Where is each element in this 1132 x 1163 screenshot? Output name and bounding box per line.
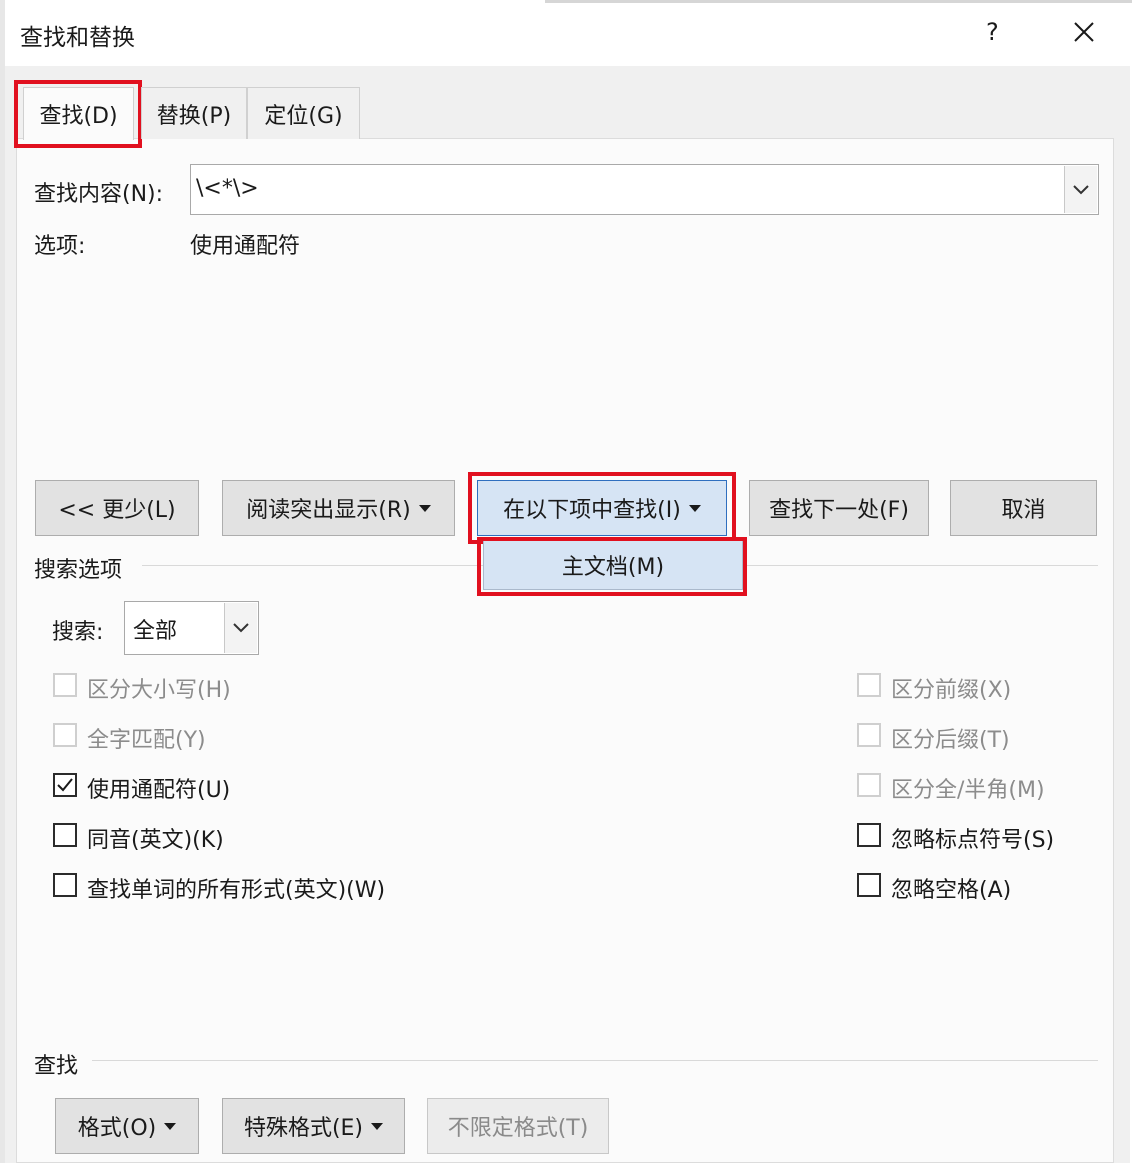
chevron-down-icon (233, 623, 249, 633)
dialog-title: 查找和替换 (20, 25, 135, 51)
caret-down-icon (418, 504, 431, 512)
find-next-button[interactable]: 查找下一处(F) (749, 480, 929, 536)
check-icon (57, 778, 73, 792)
close-icon[interactable] (1068, 16, 1100, 48)
caret-down-icon (164, 1122, 177, 1130)
ignore-punctuation-checkbox[interactable] (857, 823, 881, 847)
match-suffix-checkbox[interactable] (857, 723, 881, 747)
options-value: 使用通配符 (190, 234, 301, 259)
format-button[interactable]: 格式(O) (55, 1098, 199, 1154)
find-section-divider (92, 1060, 1098, 1061)
search-direction-label: 搜索: (52, 620, 104, 645)
ignore-whitespace-checkbox[interactable] (857, 873, 881, 897)
match-width-label: 区分全/半角(M) (891, 778, 1045, 803)
cancel-button[interactable]: 取消 (950, 480, 1097, 536)
search-options-section: 搜索选项 (34, 558, 123, 583)
sounds-like-checkbox[interactable] (53, 823, 77, 847)
less-button[interactable]: << 更少(L) (35, 480, 199, 536)
tab-goto[interactable]: 定位(G) (247, 87, 360, 139)
caret-down-icon (371, 1122, 384, 1130)
wildcards-checkbox[interactable] (53, 773, 77, 797)
ignore-punctuation-label: 忽略标点符号(S) (891, 828, 1055, 853)
highlight-menu-item (477, 537, 747, 596)
find-history-dropdown[interactable] (1064, 166, 1097, 213)
highlight-find-tab (14, 80, 142, 148)
options-label: 选项: (34, 234, 86, 259)
match-width-checkbox[interactable] (857, 773, 881, 797)
top-edge (545, 0, 1132, 3)
search-direction-dropdown[interactable] (224, 603, 257, 653)
all-word-forms-label: 查找单词的所有形式(英文)(W) (87, 878, 386, 903)
highlight-find-in (468, 472, 736, 544)
all-word-forms-checkbox[interactable] (53, 873, 77, 897)
match-prefix-checkbox[interactable] (857, 673, 881, 697)
find-what-input[interactable] (190, 164, 1099, 215)
find-what-label: 查找内容(N): (34, 182, 164, 207)
chevron-down-icon (1073, 184, 1089, 194)
wildcards-label: 使用通配符(U) (87, 778, 231, 803)
tab-replace[interactable]: 替换(P) (141, 87, 247, 139)
find-section-label: 查找 (34, 1054, 79, 1079)
sounds-like-label: 同音(英文)(K) (87, 828, 224, 853)
find-what-value: \<*\> (196, 176, 259, 201)
whole-word-label: 全字匹配(Y) (87, 728, 206, 753)
match-suffix-label: 区分后缀(T) (891, 728, 1010, 753)
match-case-checkbox[interactable] (53, 673, 77, 697)
no-formatting-button[interactable]: 不限定格式(T) (427, 1098, 609, 1154)
search-direction-value: 全部 (133, 619, 178, 644)
match-prefix-label: 区分前缀(X) (891, 678, 1012, 703)
whole-word-checkbox[interactable] (53, 723, 77, 747)
match-case-label: 区分大小写(H) (87, 678, 231, 703)
help-button[interactable]: ? (986, 18, 999, 46)
ignore-whitespace-label: 忽略空格(A) (891, 878, 1012, 903)
special-button[interactable]: 特殊格式(E) (222, 1098, 405, 1154)
reading-highlight-button[interactable]: 阅读突出显示(R) (222, 480, 455, 536)
